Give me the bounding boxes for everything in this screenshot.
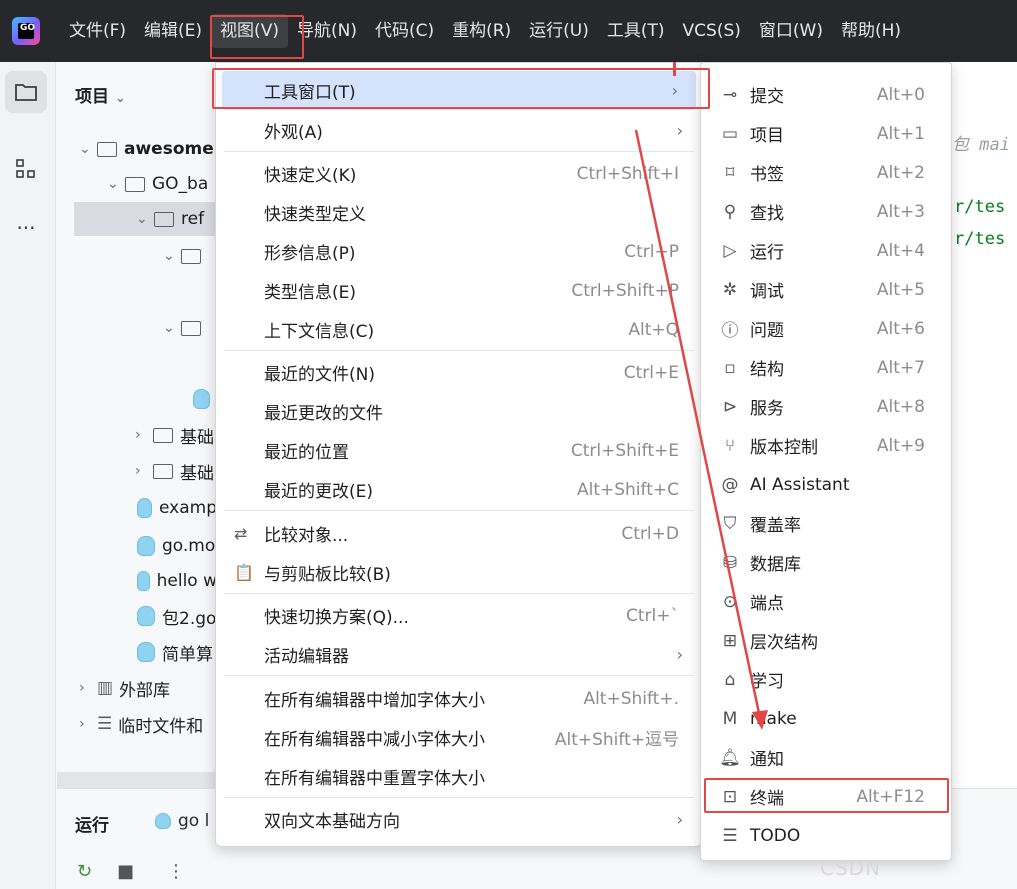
annotation-arrow-overlay — [634, 129, 768, 730]
annotation-arrow-line — [634, 129, 762, 719]
annotation-arrow-head — [752, 710, 768, 730]
watermark: CSDN — [820, 856, 882, 880]
